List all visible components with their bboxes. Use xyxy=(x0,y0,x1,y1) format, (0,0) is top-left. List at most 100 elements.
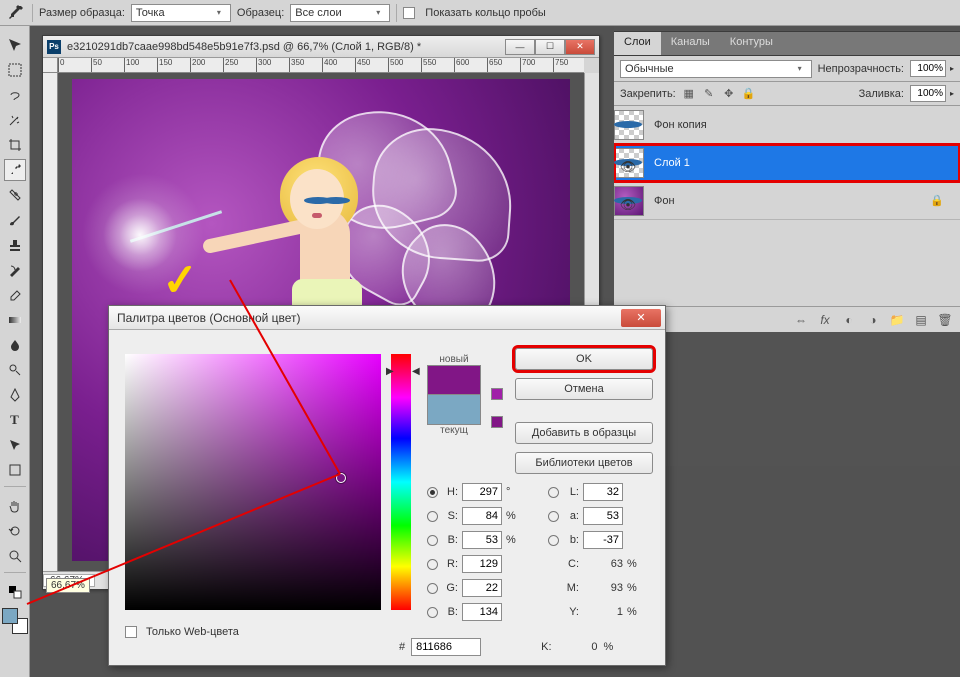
visibility-toggle[interactable]: 👁 xyxy=(614,159,642,166)
color-libraries-button[interactable]: Библиотеки цветов xyxy=(515,452,653,474)
lb-input[interactable] xyxy=(583,531,623,549)
show-ring-checkbox[interactable] xyxy=(403,7,415,19)
layer-row[interactable]: Фон копия xyxy=(614,106,960,144)
visibility-toggle[interactable]: 👁 xyxy=(614,197,642,204)
current-color-swatch[interactable] xyxy=(427,395,481,425)
cancel-button[interactable]: Отмена xyxy=(515,378,653,400)
wand-tool[interactable] xyxy=(4,109,26,131)
layer-name[interactable]: Фон xyxy=(654,195,675,207)
layer-name[interactable]: Слой 1 xyxy=(654,157,690,169)
document-titlebar[interactable]: Ps e3210291db7caae998bd548e5b91e7f3.psd … xyxy=(43,36,599,58)
link-icon[interactable]: ⇔ xyxy=(792,311,810,329)
radio-h[interactable] xyxy=(427,487,438,498)
g-input[interactable] xyxy=(462,579,502,597)
websafe-swatch[interactable] xyxy=(491,416,503,428)
visibility-toggle[interactable] xyxy=(614,121,642,128)
marquee-tool[interactable] xyxy=(4,59,26,81)
color-swatches[interactable] xyxy=(2,608,28,634)
history-brush-tool[interactable] xyxy=(4,259,26,281)
picker-title: Палитра цветов (Основной цвет) xyxy=(117,311,621,325)
default-colors-icon[interactable] xyxy=(4,581,26,603)
layer-row[interactable]: 👁 Фон 🔒 xyxy=(614,182,960,220)
c-value: 63 xyxy=(583,558,623,570)
tab-paths[interactable]: Контуры xyxy=(720,32,783,55)
eraser-tool[interactable] xyxy=(4,284,26,306)
lock-transparent-icon[interactable]: ▦ xyxy=(682,87,696,101)
pen-tool[interactable] xyxy=(4,384,26,406)
show-ring-label: Показать кольцо пробы xyxy=(425,7,546,19)
heal-tool[interactable] xyxy=(4,184,26,206)
warning-swatch[interactable] xyxy=(491,388,503,400)
stamp-tool[interactable] xyxy=(4,234,26,256)
ok-button[interactable]: OK xyxy=(515,348,653,370)
color-cursor-icon xyxy=(336,473,346,483)
hand-tool[interactable] xyxy=(4,495,26,517)
sample-size-label: Размер образца: xyxy=(39,7,125,19)
web-only-checkbox[interactable] xyxy=(125,626,137,638)
dodge-tool[interactable] xyxy=(4,359,26,381)
tab-layers[interactable]: Слои xyxy=(614,32,661,55)
radio-r[interactable] xyxy=(427,559,438,570)
sample-combo[interactable]: Все слои▾ xyxy=(290,4,390,22)
r-input[interactable] xyxy=(462,555,502,573)
path-select-tool[interactable] xyxy=(4,434,26,456)
hex-input[interactable] xyxy=(411,638,481,656)
radio-l[interactable] xyxy=(548,487,559,498)
zoom-tooltip: 66,67% xyxy=(46,578,90,593)
zoom-tool[interactable] xyxy=(4,545,26,567)
close-button[interactable]: ✕ xyxy=(565,39,595,55)
h-input[interactable] xyxy=(462,483,502,501)
layer-name[interactable]: Фон копия xyxy=(654,119,707,131)
radio-bb[interactable] xyxy=(427,607,438,618)
radio-g[interactable] xyxy=(427,583,438,594)
chevron-down-icon[interactable]: ▸ xyxy=(950,64,954,73)
bv-input[interactable] xyxy=(462,531,502,549)
add-swatch-button[interactable]: Добавить в образцы xyxy=(515,422,653,444)
radio-a[interactable] xyxy=(548,511,559,522)
radio-b[interactable] xyxy=(427,535,438,546)
close-button[interactable]: ✕ xyxy=(621,309,661,327)
l-input[interactable] xyxy=(583,483,623,501)
tools-panel: T xyxy=(0,26,30,677)
radio-lb[interactable] xyxy=(548,535,559,546)
color-field[interactable] xyxy=(125,354,381,610)
s-input[interactable] xyxy=(462,507,502,525)
hue-pointer-icon: ◀ xyxy=(412,366,420,377)
picker-titlebar[interactable]: Палитра цветов (Основной цвет) ✕ xyxy=(109,306,665,330)
ruler-corner xyxy=(43,58,58,73)
eyedropper-tool[interactable] xyxy=(4,159,26,181)
a-input[interactable] xyxy=(583,507,623,525)
blend-mode-combo[interactable]: Обычные▾ xyxy=(620,60,812,78)
minimize-button[interactable]: — xyxy=(505,39,535,55)
b-input[interactable] xyxy=(462,603,502,621)
gradient-tool[interactable] xyxy=(4,309,26,331)
maximize-button[interactable]: ☐ xyxy=(535,39,565,55)
trash-icon[interactable]: 🗑 xyxy=(936,311,954,329)
layer-row[interactable]: 👁 Слой 1 xyxy=(614,144,960,182)
crop-tool[interactable] xyxy=(4,134,26,156)
tab-channels[interactable]: Каналы xyxy=(661,32,720,55)
hue-slider[interactable] xyxy=(391,354,411,610)
shape-tool[interactable] xyxy=(4,459,26,481)
adjust-icon[interactable]: ◑ xyxy=(864,311,882,329)
foreground-color-swatch[interactable] xyxy=(2,608,18,624)
lock-position-icon[interactable]: ✥ xyxy=(722,87,736,101)
radio-s[interactable] xyxy=(427,511,438,522)
sample-size-combo[interactable]: Точка▾ xyxy=(131,4,231,22)
new-layer-icon[interactable]: ▤ xyxy=(912,311,930,329)
lasso-tool[interactable] xyxy=(4,84,26,106)
type-tool[interactable]: T xyxy=(4,409,26,431)
chevron-down-icon[interactable]: ▸ xyxy=(950,89,954,98)
brush-tool[interactable] xyxy=(4,209,26,231)
move-tool[interactable] xyxy=(4,34,26,56)
opacity-input[interactable] xyxy=(910,60,946,77)
mask-icon[interactable]: ◐ xyxy=(840,311,858,329)
fill-input[interactable] xyxy=(910,85,946,102)
opacity-label: Непрозрачность: xyxy=(818,63,904,75)
lock-all-icon[interactable]: 🔒 xyxy=(742,87,756,101)
blur-tool[interactable] xyxy=(4,334,26,356)
fx-icon[interactable]: fx xyxy=(816,311,834,329)
folder-icon[interactable]: 📁 xyxy=(888,311,906,329)
lock-pixels-icon[interactable]: ✎ xyxy=(702,87,716,101)
rotate-view-tool[interactable] xyxy=(4,520,26,542)
